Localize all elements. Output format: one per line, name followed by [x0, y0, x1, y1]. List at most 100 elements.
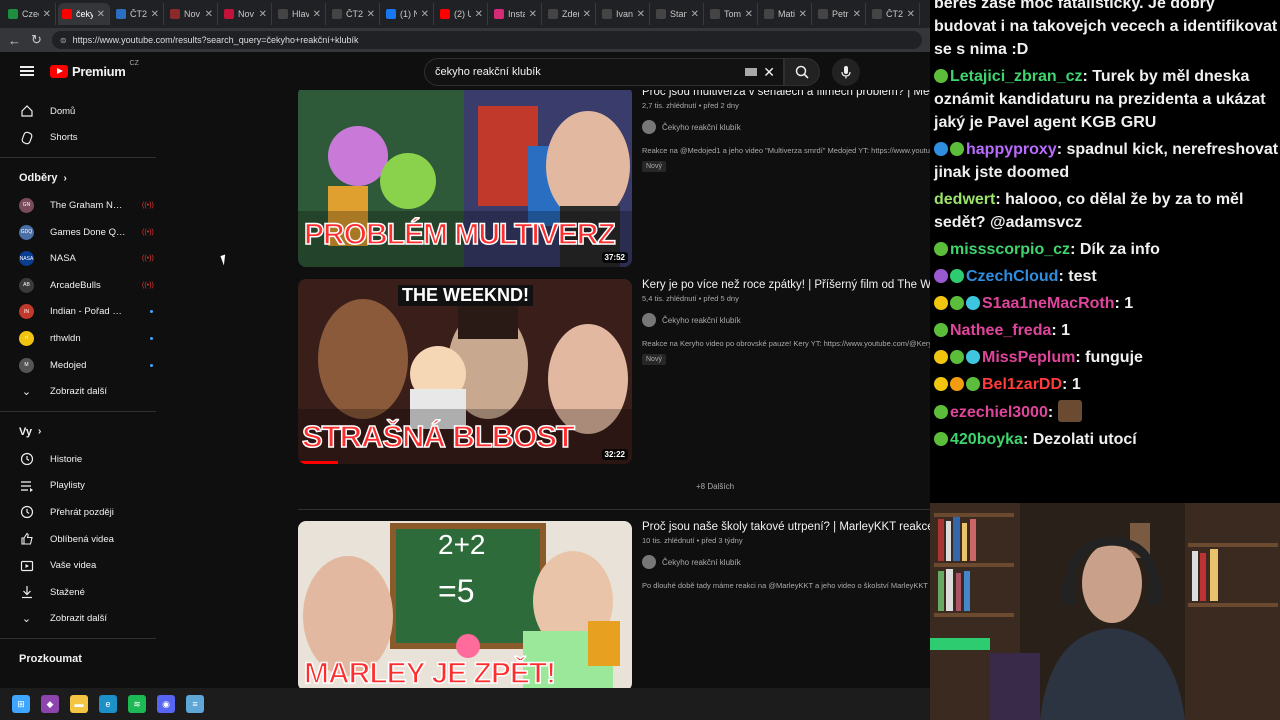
edge-icon[interactable]: e: [99, 695, 117, 713]
chevron-down-icon: ⌄: [21, 613, 32, 626]
close-tab-icon[interactable]: ✕: [97, 9, 105, 20]
close-tab-icon[interactable]: ✕: [799, 9, 807, 20]
sidebar-subscription[interactable]: GN The Graham Nor... ((•)): [0, 192, 160, 219]
chat-username[interactable]: ezechiel3000: [950, 404, 1048, 421]
close-tab-icon[interactable]: ✕: [691, 9, 699, 20]
channel-link[interactable]: Čekyho reakční klubík: [642, 120, 930, 134]
video-title[interactable]: Proč jsou multiverza v seriálech a filme…: [642, 90, 930, 98]
chat-username[interactable]: happyproxy: [966, 141, 1057, 158]
close-tab-icon[interactable]: ✕: [853, 9, 861, 20]
thumbnail-equation: =5: [438, 573, 475, 609]
subscriptions-heading[interactable]: Odběry ›: [0, 164, 160, 192]
keyboard-icon[interactable]: [745, 68, 758, 76]
browser-tab[interactable]: (1) N ✕: [382, 3, 434, 25]
browser-tab[interactable]: (2) U ✕: [436, 3, 488, 25]
video-thumbnail[interactable]: THE WEEKND! STRAŠNÁ BLBOST 32:22: [298, 279, 632, 464]
video-thumbnail[interactable]: PROBLÉM MULTIVERZ 37:52: [298, 90, 632, 267]
address-bar[interactable]: ⊜ https://www.youtube.com/results?search…: [51, 31, 922, 49]
close-tab-icon[interactable]: ✕: [475, 9, 483, 20]
chat-username[interactable]: 420boyka: [950, 431, 1023, 448]
close-tab-icon[interactable]: ✕: [637, 9, 645, 20]
sidebar-item-download[interactable]: Stažené: [0, 579, 160, 606]
browser-tab[interactable]: Insta ✕: [490, 3, 542, 25]
sidebar-item-your-videos[interactable]: Vaše videa: [0, 552, 160, 579]
channel-avatar[interactable]: [642, 120, 656, 134]
sidebar-item-like[interactable]: Oblíbená videa: [0, 526, 160, 553]
browser-tab[interactable]: Hlav ✕: [274, 3, 326, 25]
channel-avatar[interactable]: [642, 555, 656, 569]
site-info-icon[interactable]: ⊜: [60, 36, 67, 45]
video-title[interactable]: Proč jsou naše školy takové utrpení? | M…: [642, 521, 930, 533]
close-tab-icon[interactable]: ✕: [205, 9, 213, 20]
browser-tab[interactable]: Tom ✕: [706, 3, 758, 25]
sidebar-subscription[interactable]: IN Indian - Pořad o ...: [0, 299, 160, 326]
channel-link[interactable]: Čekyho reakční klubík: [642, 313, 930, 327]
browser-tab[interactable]: čeky ✕: [58, 3, 110, 25]
file-explorer-icon[interactable]: ▬: [70, 695, 88, 713]
close-tab-icon[interactable]: ✕: [583, 9, 591, 20]
search-button[interactable]: [784, 58, 820, 86]
close-tab-icon[interactable]: ✕: [421, 9, 429, 20]
chat-username[interactable]: missscorpio_cz: [950, 241, 1070, 258]
sidebar-item-shorts[interactable]: Shorts: [0, 125, 160, 152]
sidebar-subscription[interactable]: NASA NASA ((•)): [0, 245, 160, 272]
browser-tab[interactable]: Zdeň ✕: [544, 3, 596, 25]
youtube-logo[interactable]: Premium CZ: [50, 60, 139, 79]
reload-icon[interactable]: ↻: [31, 32, 42, 48]
chat-username[interactable]: MissPeplum: [982, 349, 1075, 366]
close-tab-icon[interactable]: ✕: [259, 9, 267, 20]
more-results-link[interactable]: +8 Dalších: [696, 482, 734, 491]
chat-username[interactable]: Nathee_freda: [950, 322, 1051, 339]
close-tab-icon[interactable]: ✕: [43, 9, 51, 20]
sidebar-item-watch-later[interactable]: Přehrát později: [0, 499, 160, 526]
sidebar-subscription[interactable]: rt rthwldn: [0, 325, 160, 352]
close-tab-icon[interactable]: ✕: [313, 9, 321, 20]
search-box[interactable]: čekyho reakční klubík ✕: [424, 58, 784, 86]
back-icon[interactable]: ←: [8, 33, 21, 48]
browser-tab[interactable]: Mati ✕: [760, 3, 812, 25]
chat-username[interactable]: CzechCloud: [966, 268, 1058, 285]
close-tab-icon[interactable]: ✕: [745, 9, 753, 20]
clear-search-icon[interactable]: ✕: [763, 64, 775, 81]
sidebar-subscription[interactable]: M Medojed: [0, 352, 160, 379]
channel-avatar[interactable]: [642, 313, 656, 327]
you-heading[interactable]: Vy ›: [0, 418, 160, 446]
show-more-you[interactable]: ⌄ Zobrazit další: [0, 606, 160, 633]
new-content-dot: [150, 336, 153, 340]
copilot-icon[interactable]: ◆: [41, 695, 59, 713]
close-tab-icon[interactable]: ✕: [151, 9, 159, 20]
chat-username[interactable]: Bel1zarDD: [982, 376, 1062, 393]
chat-username[interactable]: dedwert: [934, 191, 995, 208]
video-thumbnail[interactable]: 2+2 =5 MARLEY JE ZPĚT!: [298, 521, 632, 688]
discord-icon[interactable]: ◉: [157, 695, 175, 713]
browser-tab[interactable]: Stan ✕: [652, 3, 704, 25]
browser-tab[interactable]: Nov ✕: [166, 3, 218, 25]
spotify-icon[interactable]: ≋: [128, 695, 146, 713]
browser-tab[interactable]: ČT24 ✕: [112, 3, 164, 25]
close-tab-icon[interactable]: ✕: [529, 9, 537, 20]
show-more-subscriptions[interactable]: ⌄ Zobrazit další: [0, 378, 160, 405]
chat-username[interactable]: Letajici_zbran_cz: [950, 68, 1083, 85]
video-title[interactable]: Kery je po více než roce zpátky! | Příše…: [642, 279, 930, 291]
windows-start-icon[interactable]: ⊞: [12, 695, 30, 713]
close-tab-icon[interactable]: ✕: [367, 9, 375, 20]
browser-tab[interactable]: Czec ✕: [4, 3, 56, 25]
sidebar-item-history[interactable]: Historie: [0, 446, 160, 473]
browser-tab[interactable]: ČT24 ✕: [868, 3, 920, 25]
menu-icon[interactable]: [20, 66, 34, 76]
browser-tab[interactable]: ČT24 ✕: [328, 3, 380, 25]
browser-tab[interactable]: Petr ✕: [814, 3, 866, 25]
notepad-icon[interactable]: ≡: [186, 695, 204, 713]
sidebar-item-playlist[interactable]: Playlisty: [0, 473, 160, 500]
close-tab-icon[interactable]: ✕: [907, 9, 915, 20]
search-input[interactable]: čekyho reakční klubík: [435, 66, 745, 78]
browser-tab[interactable]: Ivan ✕: [598, 3, 650, 25]
chat-text: Dík za info: [1079, 241, 1160, 258]
sidebar-item-home[interactable]: Domů: [0, 98, 160, 125]
channel-link[interactable]: Čekyho reakční klubík: [642, 555, 930, 569]
sidebar-subscription[interactable]: AB ArcadeBulls ((•)): [0, 272, 160, 299]
sidebar-subscription[interactable]: GDQ Games Done Qui... ((•)): [0, 219, 160, 246]
voice-search-button[interactable]: [832, 58, 860, 86]
chat-username[interactable]: S1aa1neMacRoth: [982, 295, 1115, 312]
browser-tab[interactable]: Nov ✕: [220, 3, 272, 25]
